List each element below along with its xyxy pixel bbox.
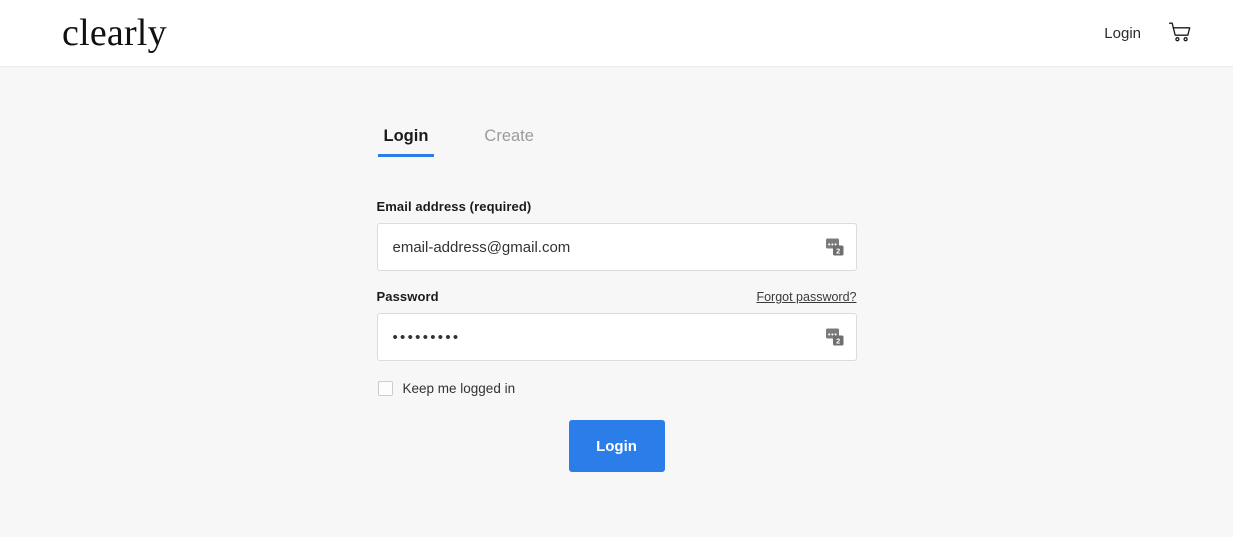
email-field-group: Email address (required) 2 [376, 199, 857, 271]
password-field-group: Password Forgot password? ••••••••• 2 [376, 289, 857, 361]
tab-login[interactable]: Login [377, 126, 435, 157]
password-manager-icon[interactable]: 2 [824, 326, 846, 348]
password-input-wrap[interactable]: ••••••••• 2 [376, 313, 857, 361]
password-input[interactable]: ••••••••• [378, 329, 856, 346]
tab-create[interactable]: Create [478, 126, 540, 157]
header-actions: Login [1104, 20, 1193, 46]
header-login-link[interactable]: Login [1104, 25, 1141, 42]
field-spacer [377, 271, 857, 289]
password-manager-icon[interactable]: 2 [824, 236, 846, 258]
svg-text:2: 2 [836, 336, 840, 345]
site-header: clearly Login [0, 0, 1233, 67]
password-label-row: Password Forgot password? [377, 289, 857, 304]
page-main: Login Create Email address (required) 2 [0, 67, 1233, 472]
password-field-label: Password [376, 289, 439, 304]
auth-card: Login Create Email address (required) 2 [376, 67, 857, 472]
email-input[interactable] [377, 224, 856, 270]
brand-logo[interactable]: clearly [62, 14, 167, 52]
svg-text:2: 2 [836, 246, 840, 255]
email-field-label: Email address (required) [376, 199, 532, 214]
login-submit-button[interactable]: Login [568, 420, 665, 472]
shopping-cart-icon[interactable] [1167, 20, 1193, 46]
keep-logged-in-checkbox[interactable] [377, 381, 393, 396]
email-label-row: Email address (required) [377, 199, 857, 214]
keep-logged-in-row[interactable]: Keep me logged in [377, 381, 857, 396]
email-input-wrap[interactable]: 2 [376, 223, 857, 271]
keep-logged-in-label: Keep me logged in [402, 381, 516, 396]
submit-row: Login [377, 420, 857, 472]
forgot-password-link[interactable]: Forgot password? [756, 290, 856, 304]
auth-tab-bar: Login Create [377, 126, 857, 157]
